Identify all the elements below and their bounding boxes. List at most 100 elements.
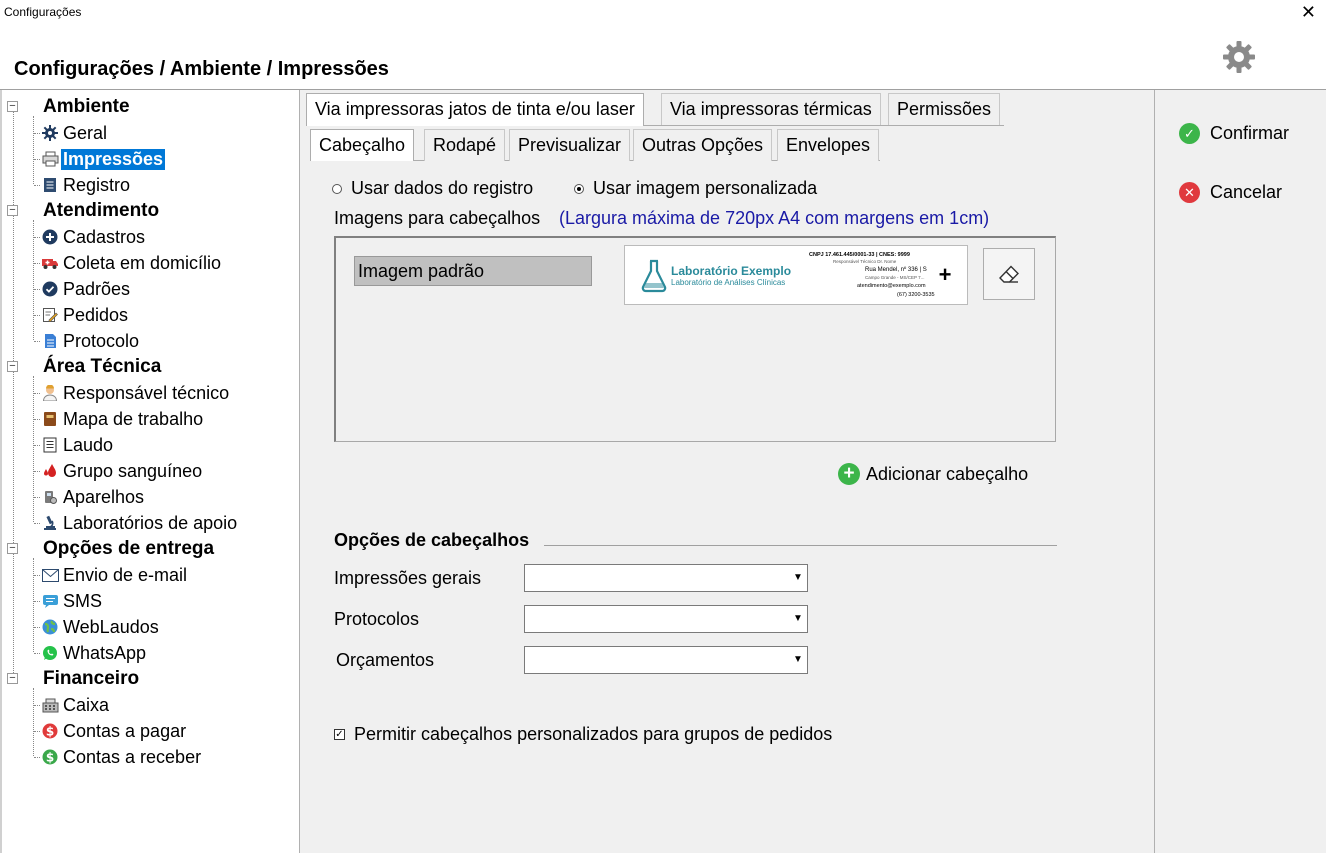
check-circle-icon (41, 280, 59, 298)
sidebar-item-laudo[interactable]: Laudo (2, 432, 292, 458)
money-in-icon: $ (41, 748, 59, 766)
radio-use-registry[interactable]: Usar dados do registro (332, 178, 533, 199)
blood-drop-icon (41, 462, 59, 480)
window-title: Configurações (4, 5, 82, 19)
options-section-title: Opções de cabeçalhos (334, 530, 530, 550)
tree-group-atendimento[interactable]: − Atendimento (2, 198, 292, 224)
header-image-preview[interactable]: Laboratório Exemplo Laboratório de Análi… (624, 245, 968, 305)
sidebar-item-whatsapp[interactable]: WhatsApp (2, 640, 292, 666)
device-icon (41, 488, 59, 506)
tree-group-financeiro[interactable]: − Financeiro (2, 666, 292, 692)
gear-icon (41, 124, 59, 142)
sidebar-item-email[interactable]: Envio de e-mail (2, 562, 292, 588)
plus-circle-icon (41, 228, 59, 246)
logo-resp-line: Responsável Técnico Dr. Nome (833, 259, 897, 264)
sidebar-item-registro[interactable]: Registro (2, 172, 292, 198)
chevron-down-icon[interactable]: ▼ (791, 649, 805, 671)
close-circle-icon: ✕ (1179, 182, 1200, 203)
sidebar-item-padroes[interactable]: Padrões (2, 276, 292, 302)
sms-icon (41, 592, 59, 610)
sidebar-item-pedidos[interactable]: Pedidos (2, 302, 292, 328)
logo-address-line: Rua Mendel, nº 336 | S (865, 267, 927, 273)
action-panel: ✓ Confirmar ✕ Cancelar (1154, 90, 1326, 853)
image-name-field[interactable]: Imagem padrão (354, 256, 592, 286)
label-orcamentos: Orçamentos (336, 650, 435, 670)
globe-icon (41, 618, 59, 636)
report-icon (41, 436, 59, 454)
sidebar-item-mapa[interactable]: Mapa de trabalho (2, 406, 292, 432)
logo-city-line: Campo Grande - MS/CEP 7... (865, 275, 925, 280)
sidebar-item-contas-pagar[interactable]: $ Contas a pagar (2, 718, 292, 744)
tab-thermal[interactable]: Via impressoras térmicas (661, 93, 881, 125)
sidebar-item-protocolo[interactable]: Protocolo (2, 328, 292, 354)
preview-plus-icon[interactable]: + (932, 262, 958, 288)
tree-group-opcoes-entrega[interactable]: − Opções de entrega (2, 536, 292, 562)
check-circle-icon: ✓ (1179, 123, 1200, 144)
logo-email-line: atendimento@exemplo.com (857, 283, 926, 289)
sidebar-item-geral[interactable]: Geral (2, 120, 292, 146)
label-impressoes-gerais: Impressões gerais (334, 568, 482, 588)
envelope-icon (41, 566, 59, 584)
checkbox-box: ✓ (334, 729, 345, 740)
page-icon (41, 332, 59, 350)
add-header-button[interactable]: + Adicionar cabeçalho (838, 463, 1028, 485)
sidebar-item-cadastros[interactable]: Cadastros (2, 224, 292, 250)
select-orcamentos[interactable]: ▼ (524, 646, 808, 674)
close-icon[interactable]: ✕ (1301, 2, 1316, 22)
tree-group-ambiente[interactable]: − Ambiente (2, 94, 292, 120)
page-header: Configurações / Ambiente / Impressões (0, 28, 1326, 90)
tab-envelopes[interactable]: Envelopes (777, 129, 880, 161)
gear-icon[interactable] (1222, 40, 1256, 74)
section-divider (544, 545, 1057, 546)
flask-icon (641, 259, 667, 293)
allow-custom-headers-checkbox[interactable]: ✓ Permitir cabeçalhos personalizados par… (334, 724, 832, 745)
tab-rodape[interactable]: Rodapé (424, 129, 506, 161)
sidebar-item-caixa[interactable]: Caixa (2, 692, 292, 718)
main-panel: Via impressoras jatos de tinta e/ou lase… (300, 90, 1154, 853)
tab-inkjet-laser[interactable]: Via impressoras jatos de tinta e/ou lase… (306, 93, 644, 126)
sidebar-item-grupo-sanguineo[interactable]: Grupo sanguíneo (2, 458, 292, 484)
cash-register-icon (41, 696, 59, 714)
eraser-icon (999, 265, 1019, 283)
erase-image-button[interactable] (983, 248, 1035, 300)
sidebar-item-contas-receber[interactable]: $ Contas a receber (2, 744, 292, 770)
whatsapp-icon (41, 644, 59, 662)
printer-icon (41, 150, 59, 168)
settings-tree: − Ambiente Geral Impressões Registro − A… (0, 90, 300, 853)
person-icon (41, 384, 59, 402)
document-icon (41, 176, 59, 194)
sidebar-item-responsavel[interactable]: Responsável técnico (2, 380, 292, 406)
confirm-button[interactable]: ✓ Confirmar (1179, 123, 1289, 144)
tab-previsualizar[interactable]: Previsualizar (509, 129, 631, 161)
book-icon (41, 410, 59, 428)
tab-permissoes[interactable]: Permissões (888, 93, 1001, 125)
sidebar-item-laboratorios-apoio[interactable]: Laboratórios de apoio (2, 510, 292, 536)
breadcrumb: Configurações / Ambiente / Impressões (14, 58, 389, 80)
radio-dot-selected (574, 183, 584, 194)
money-out-icon: $ (41, 722, 59, 740)
logo-phone-line: (67) 3200-3535 (897, 292, 935, 298)
chevron-down-icon[interactable]: ▼ (791, 608, 805, 630)
radio-dot (332, 183, 342, 194)
chevron-down-icon[interactable]: ▼ (791, 567, 805, 589)
tab-cabecalho[interactable]: Cabeçalho (310, 129, 415, 161)
sidebar-item-coleta[interactable]: Coleta em domicílio (2, 250, 292, 276)
sidebar-item-aparelhos[interactable]: Aparelhos (2, 484, 292, 510)
sidebar-item-impressoes[interactable]: Impressões (2, 146, 292, 172)
logo-lab-subtitle: Laboratório de Análises Clínicas (671, 278, 786, 287)
tab-outras-opcoes[interactable]: Outras Opções (633, 129, 773, 161)
select-protocolos[interactable]: ▼ (524, 605, 808, 633)
svg-text:$: $ (46, 751, 54, 765)
images-hint: (Largura máxima de 720px A4 com margens … (559, 208, 990, 228)
sidebar-item-sms[interactable]: SMS (2, 588, 292, 614)
select-impressoes-gerais[interactable]: ▼ (524, 564, 808, 592)
tree-group-area-tecnica[interactable]: − Área Técnica (2, 354, 292, 380)
header-images-list[interactable]: Imagem padrão Laboratório Exemplo Labora… (334, 236, 1056, 442)
sidebar-item-weblaudos[interactable]: WebLaudos (2, 614, 292, 640)
label-protocolos: Protocolos (334, 609, 420, 629)
logo-lab-name: Laboratório Exemplo (671, 264, 792, 278)
cancel-button[interactable]: ✕ Cancelar (1179, 182, 1282, 203)
microscope-icon (41, 514, 59, 532)
radio-use-custom-image[interactable]: Usar imagem personalizada (574, 178, 817, 199)
images-label: Imagens para cabeçalhos (334, 208, 541, 228)
